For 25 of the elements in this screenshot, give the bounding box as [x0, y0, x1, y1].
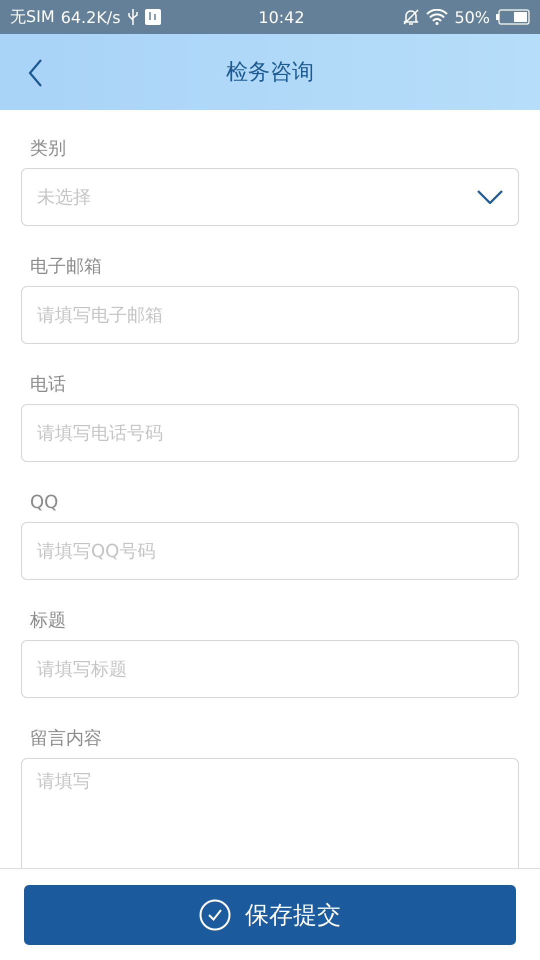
- carrier-text: 无SIM: [10, 6, 55, 28]
- usb-icon: [126, 8, 139, 26]
- chevron-left-icon: [28, 59, 42, 87]
- chevron-down-icon: [477, 190, 503, 204]
- battery-icon: [496, 9, 530, 25]
- input-field[interactable]: 请填写标题: [21, 640, 519, 698]
- battery-percent: 50%: [454, 8, 490, 26]
- input-field[interactable]: 请填写电子邮箱: [21, 286, 519, 344]
- field-label: 电子邮箱: [29, 255, 103, 279]
- field-label: 标题: [29, 609, 67, 633]
- message-textarea[interactable]: 请填写: [21, 758, 519, 868]
- input-field[interactable]: 请填写QQ号码: [21, 522, 519, 580]
- wifi-icon: [426, 9, 448, 25]
- field-label: 类别: [29, 137, 67, 161]
- field-label: QQ: [29, 490, 60, 514]
- field-label: 电话: [29, 373, 67, 397]
- network-speed: 64.2K/s: [60, 8, 121, 26]
- field-label: 留言内容: [29, 727, 103, 751]
- check-circle-icon: [199, 898, 231, 930]
- select-placeholder: 未选择: [37, 186, 91, 209]
- page-title: 检务咨询: [226, 59, 314, 87]
- clock-time: 10:42: [258, 8, 305, 26]
- mute-bell-icon: [402, 8, 420, 26]
- submit-button[interactable]: 保存提交: [24, 884, 516, 944]
- input-field[interactable]: 请填写电话号码: [21, 404, 519, 462]
